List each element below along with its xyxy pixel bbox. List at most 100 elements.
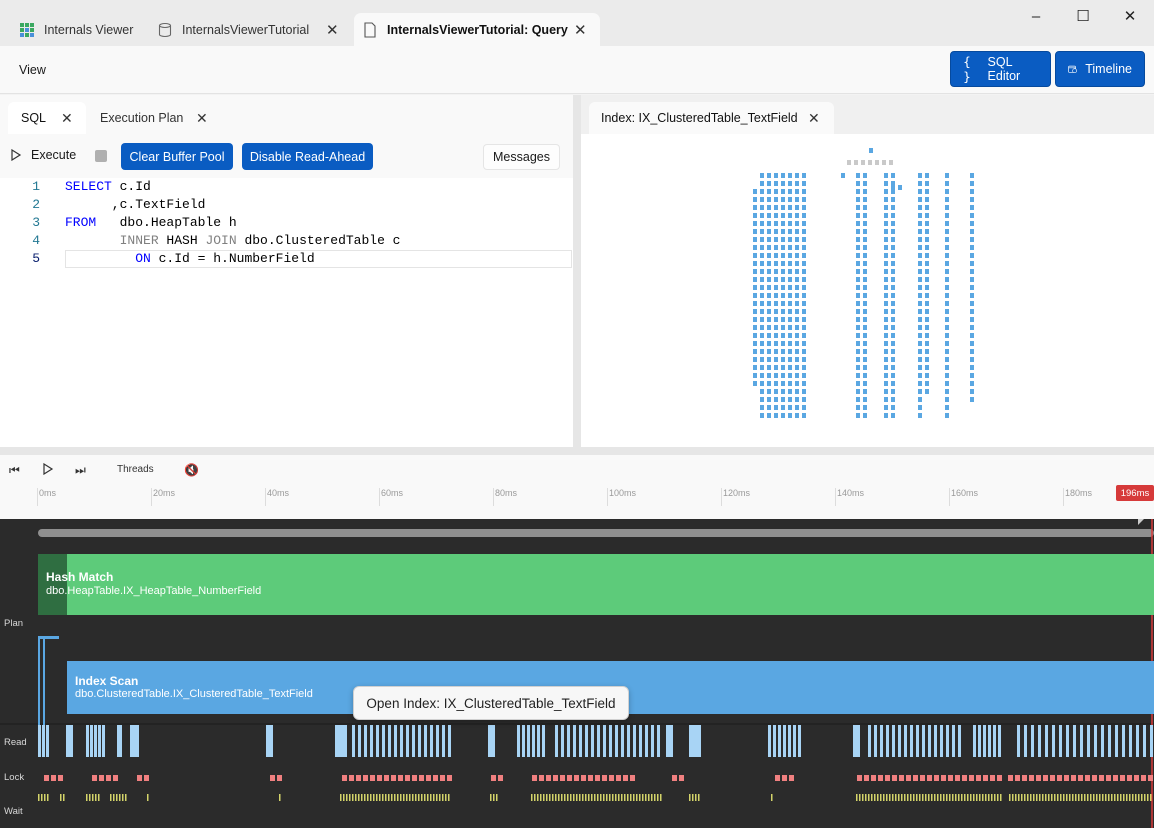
lock-event — [560, 775, 565, 781]
play-icon[interactable] — [42, 462, 54, 478]
index-page — [918, 261, 922, 266]
index-page — [788, 341, 792, 346]
index-page — [781, 189, 785, 194]
sql-editor[interactable]: 1 2 3 4 5 SELECT c.Id ,c.TextField FROM … — [0, 178, 573, 447]
tab-query[interactable]: InternalsViewerTutorial: Query ✕ — [354, 13, 600, 46]
mute-icon[interactable]: 🔇 — [184, 463, 199, 477]
stop-button[interactable] — [95, 150, 107, 162]
end-time-marker[interactable]: 196ms — [1116, 485, 1154, 501]
index-page-map[interactable] — [581, 134, 1154, 447]
close-icon[interactable]: ✕ — [574, 21, 587, 39]
read-event — [555, 725, 558, 757]
index-page — [795, 325, 799, 330]
index-page — [918, 413, 922, 418]
index-page — [767, 341, 771, 346]
tab-index[interactable]: Index: IX_ClusteredTable_TextField ✕ — [589, 102, 834, 134]
index-page — [970, 213, 974, 218]
read-event — [341, 725, 344, 757]
index-page — [788, 373, 792, 378]
wait-event — [892, 794, 894, 801]
lock-event — [955, 775, 960, 781]
wait-event — [1039, 794, 1041, 801]
maximize-button[interactable]: ☐ — [1060, 4, 1106, 28]
index-page — [795, 285, 799, 290]
wait-event — [445, 794, 447, 801]
horizontal-splitter[interactable] — [0, 447, 1154, 455]
wait-event — [928, 794, 930, 801]
index-page — [767, 381, 771, 386]
index-page — [918, 349, 922, 354]
index-page — [863, 261, 867, 266]
wait-event — [382, 794, 384, 801]
wait-event — [1036, 794, 1038, 801]
index-page — [767, 237, 771, 242]
index-page — [802, 357, 806, 362]
open-index-tooltip[interactable]: Open Index: IX_ClusteredTable_TextField — [353, 686, 629, 720]
tab-sql[interactable]: SQL ✕ — [8, 102, 86, 134]
wait-event — [367, 794, 369, 801]
tab-database[interactable]: InternalsViewerTutorial ✕ — [150, 13, 350, 46]
close-icon[interactable]: ✕ — [808, 110, 820, 127]
index-page — [918, 373, 922, 378]
index-page — [774, 413, 778, 418]
clear-buffer-pool-button[interactable]: Clear Buffer Pool — [121, 143, 233, 170]
index-page — [795, 389, 799, 394]
wait-event — [639, 794, 641, 801]
read-event — [532, 725, 535, 757]
index-page — [781, 245, 785, 250]
wait-event — [970, 794, 972, 801]
index-page — [970, 277, 974, 282]
tab-internals-viewer[interactable]: Internals Viewer — [8, 13, 148, 46]
document-icon — [364, 21, 376, 38]
close-icon[interactable]: ✕ — [196, 110, 208, 127]
wait-event — [549, 794, 551, 801]
wait-event — [1024, 794, 1026, 801]
menu-bar: View { } SQL Editor Timeline — [0, 46, 1154, 94]
index-page — [863, 269, 867, 274]
lock-event — [927, 775, 932, 781]
lock-event — [539, 775, 544, 781]
index-page — [753, 285, 757, 290]
index-page — [802, 213, 806, 218]
skip-back-icon[interactable]: ⏮ — [9, 463, 20, 478]
index-page — [970, 349, 974, 354]
index-page — [781, 405, 785, 410]
close-icon[interactable]: ✕ — [326, 21, 339, 39]
page-map[interactable] — [581, 134, 1154, 447]
minimize-button[interactable]: – — [1013, 4, 1059, 28]
messages-button[interactable]: Messages — [483, 144, 560, 170]
operator-name: Hash Match — [46, 570, 114, 584]
wait-event — [1111, 794, 1113, 801]
disable-read-ahead-button[interactable]: Disable Read-Ahead — [242, 143, 373, 170]
index-page — [802, 245, 806, 250]
index-page — [884, 381, 888, 386]
wait-event — [1114, 794, 1116, 801]
index-page — [802, 181, 806, 186]
index-page — [774, 189, 778, 194]
close-icon[interactable]: ✕ — [61, 110, 73, 127]
lock-event — [1008, 775, 1013, 781]
sql-editor-button[interactable]: { } SQL Editor — [950, 51, 1051, 87]
wait-event — [1120, 794, 1122, 801]
close-window-button[interactable]: ✕ — [1107, 4, 1153, 28]
wait-event — [1057, 794, 1059, 801]
lock-event — [1036, 775, 1041, 781]
index-page — [925, 237, 929, 242]
index-page — [970, 221, 974, 226]
read-event — [364, 725, 367, 757]
read-event — [542, 725, 545, 757]
lock-event — [1141, 775, 1146, 781]
skip-forward-icon[interactable]: ⏭ — [75, 463, 86, 478]
read-event — [910, 725, 913, 757]
vertical-splitter[interactable] — [573, 95, 581, 447]
menu-view[interactable]: View — [19, 63, 46, 77]
lock-event — [630, 775, 635, 781]
operator-hash-match[interactable]: Hash Match dbo.HeapTable.IX_HeapTable_Nu… — [38, 554, 1154, 615]
index-page — [760, 357, 764, 362]
tab-execution-plan[interactable]: Execution Plan ✕ — [86, 102, 220, 134]
tab-label: InternalsViewerTutorial: Query — [387, 22, 568, 37]
timeline-button[interactable]: Timeline — [1055, 51, 1145, 87]
index-page — [781, 293, 785, 298]
threads-button[interactable]: Threads — [117, 464, 154, 475]
execute-button[interactable]: Execute — [10, 148, 76, 162]
